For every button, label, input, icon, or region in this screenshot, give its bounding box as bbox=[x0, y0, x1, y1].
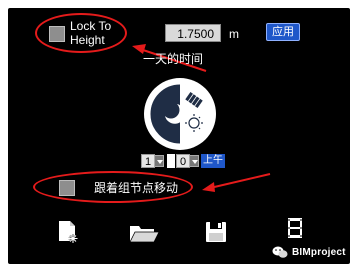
time-of-day-dial[interactable] bbox=[142, 76, 218, 152]
new-file-icon[interactable] bbox=[55, 219, 81, 245]
height-unit-label: m bbox=[229, 27, 239, 41]
time-separator bbox=[167, 154, 175, 168]
minute-dropdown-icon[interactable] bbox=[189, 155, 199, 167]
film-strip-icon[interactable] bbox=[282, 216, 308, 242]
highlight-ellipse-follow bbox=[33, 171, 193, 203]
time-of-day-label: 一天的时间 bbox=[143, 52, 204, 66]
wechat-logo-icon bbox=[272, 246, 288, 258]
apply-button[interactable]: 应用 bbox=[266, 23, 300, 41]
minute-field[interactable]: 0 bbox=[176, 154, 190, 168]
open-folder-icon[interactable] bbox=[128, 220, 160, 246]
am-pm-toggle[interactable]: 上午 bbox=[201, 154, 225, 168]
annotation-arrow-2 bbox=[202, 173, 271, 192]
highlight-ellipse-lock bbox=[35, 13, 127, 53]
hour-field[interactable]: 1 bbox=[141, 154, 155, 168]
watermark-text: BIMproject bbox=[292, 247, 346, 258]
save-icon[interactable] bbox=[203, 219, 229, 245]
hour-dropdown-icon[interactable] bbox=[154, 155, 164, 167]
